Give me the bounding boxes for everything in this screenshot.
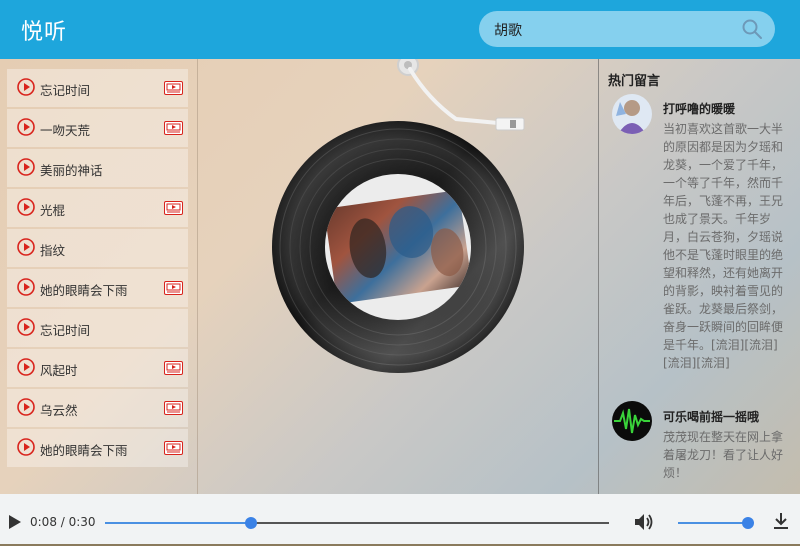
song-title[interactable]: 忘记时间 bbox=[40, 80, 90, 99]
list-item[interactable]: 乌云然 bbox=[7, 389, 188, 427]
song-title[interactable]: 她的眼睛会下雨 bbox=[40, 280, 128, 299]
list-item[interactable]: 光棍 bbox=[7, 189, 188, 227]
comment-username[interactable]: 打呼噜的暖暖 bbox=[663, 100, 735, 117]
divider bbox=[598, 59, 599, 494]
list-item[interactable]: 忘记时间 bbox=[7, 69, 188, 107]
list-item[interactable]: 风起时 bbox=[7, 349, 188, 387]
progress-bar[interactable] bbox=[105, 517, 609, 529]
list-item[interactable]: 她的眼睛会下雨 bbox=[7, 429, 188, 467]
time-display: 0:08 / 0:30 bbox=[30, 515, 96, 529]
song-title[interactable]: 风起时 bbox=[40, 360, 78, 379]
avatar[interactable] bbox=[612, 94, 652, 134]
play-circle-icon[interactable] bbox=[17, 78, 35, 96]
song-title[interactable]: 美丽的神话 bbox=[40, 160, 103, 179]
volume-fill bbox=[678, 522, 748, 524]
comment-text: 茂茂现在整天在网上拿着屠龙刀！看了让人好烦！ bbox=[663, 430, 784, 480]
play-icon[interactable] bbox=[8, 514, 22, 530]
list-item[interactable]: 指纹 bbox=[7, 229, 188, 267]
comments-panel: 热门留言 打呼噜的暖暖 当初喜欢这首歌一大半的原因都是因为夕瑶和龙葵，一个爱了千… bbox=[606, 59, 800, 494]
list-item[interactable]: 美丽的神话 bbox=[7, 149, 188, 187]
progress-handle[interactable] bbox=[245, 517, 258, 529]
play-circle-icon[interactable] bbox=[17, 278, 35, 296]
volume-icon[interactable] bbox=[634, 513, 654, 531]
download-icon[interactable] bbox=[773, 512, 789, 530]
volume-handle[interactable] bbox=[742, 517, 754, 529]
mv-icon[interactable] bbox=[164, 281, 183, 295]
play-circle-icon[interactable] bbox=[17, 398, 35, 416]
list-item[interactable]: 她的眼睛会下雨 bbox=[7, 269, 188, 307]
search-input[interactable]: 胡歌 bbox=[494, 20, 522, 40]
mv-icon[interactable] bbox=[164, 121, 183, 135]
play-circle-icon[interactable] bbox=[17, 358, 35, 376]
play-circle-icon[interactable] bbox=[17, 318, 35, 336]
play-circle-icon[interactable] bbox=[17, 198, 35, 216]
play-circle-icon[interactable] bbox=[17, 438, 35, 456]
play-circle-icon[interactable] bbox=[17, 238, 35, 256]
comment-text: 当初喜欢这首歌一大半的原因都是因为夕瑶和龙葵，一个爱了千年，一个等了千年，然而千… bbox=[663, 122, 784, 370]
comment-username[interactable]: 可乐喝前摇一摇哦 bbox=[663, 408, 759, 425]
mv-icon[interactable] bbox=[164, 361, 183, 375]
main-area: 忘记时间 一吻天荒 美丽的神话 光棍 指纹 她的眼睛会下雨 忘记时间 风起时 乌云然 她的眼睛会下… bbox=[0, 59, 800, 494]
song-list: 忘记时间 一吻天荒 美丽的神话 光棍 指纹 她的眼睛会下雨 忘记时间 风起时 乌云然 她的眼睛会下… bbox=[7, 69, 188, 494]
mv-icon[interactable] bbox=[164, 81, 183, 95]
app-logo: 悦听 bbox=[21, 20, 68, 45]
song-title[interactable]: 忘记时间 bbox=[40, 320, 90, 339]
progress-fill bbox=[105, 522, 252, 524]
audio-player: 0:08 / 0:30 bbox=[0, 494, 800, 546]
play-circle-icon[interactable] bbox=[17, 118, 35, 136]
avatar[interactable] bbox=[612, 401, 652, 441]
mv-icon[interactable] bbox=[164, 201, 183, 215]
list-item[interactable]: 忘记时间 bbox=[7, 309, 188, 347]
song-title[interactable]: 乌云然 bbox=[40, 400, 78, 419]
app-header: 悦听 胡歌 bbox=[0, 0, 800, 59]
song-title[interactable]: 一吻天荒 bbox=[40, 120, 90, 139]
song-title[interactable]: 她的眼睛会下雨 bbox=[40, 440, 128, 459]
song-title[interactable]: 光棍 bbox=[40, 200, 65, 219]
song-title[interactable]: 指纹 bbox=[40, 240, 65, 259]
play-circle-icon[interactable] bbox=[17, 158, 35, 176]
tone-arm bbox=[397, 59, 525, 131]
mv-icon[interactable] bbox=[164, 401, 183, 415]
search-box[interactable]: 胡歌 bbox=[479, 11, 775, 47]
list-item[interactable]: 一吻天荒 bbox=[7, 109, 188, 147]
mv-icon[interactable] bbox=[164, 441, 183, 455]
search-icon[interactable] bbox=[741, 18, 763, 40]
comments-title: 热门留言 bbox=[608, 74, 661, 89]
volume-slider[interactable] bbox=[678, 517, 754, 529]
turntable bbox=[198, 59, 598, 494]
